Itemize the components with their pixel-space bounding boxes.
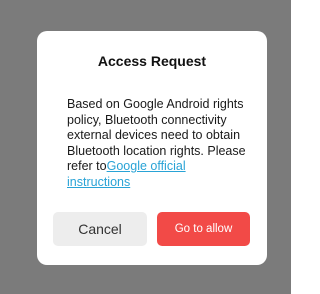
dialog-message: Based on Google Android rights policy, B… bbox=[67, 97, 247, 190]
go-to-allow-button[interactable]: Go to allow bbox=[157, 212, 250, 246]
cancel-button[interactable]: Cancel bbox=[53, 212, 147, 246]
dialog-title: Access Request bbox=[97, 53, 207, 69]
access-request-dialog: Access Request Based on Google Android r… bbox=[37, 31, 267, 265]
